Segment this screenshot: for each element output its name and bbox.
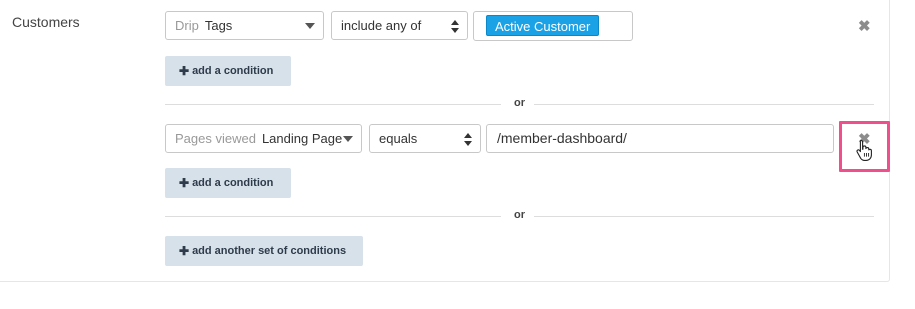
field-select-2-value: Landing Page (261, 131, 343, 146)
operator-select-1-value: include any of (341, 18, 422, 33)
plus-icon: ✚ (179, 176, 190, 190)
tag-input-1[interactable]: Active Customer (473, 11, 633, 41)
or-divider-1: or (165, 97, 874, 109)
field-select-1-prefix: Drip (175, 18, 199, 33)
add-condition-button-1-label: add a condition (192, 65, 274, 77)
close-icon[interactable]: ✖ (858, 17, 871, 35)
plus-icon: ✚ (179, 244, 190, 258)
section-label: Customers (12, 14, 80, 30)
select-arrows-icon (451, 19, 459, 34)
divider-line (165, 216, 501, 217)
plus-icon: ✚ (179, 64, 190, 78)
or-label-1: or (514, 97, 525, 109)
hand-pointer-icon (856, 139, 872, 161)
add-condition-set-label: add another set of conditions (192, 245, 347, 257)
operator-select-2-value: equals (379, 131, 418, 146)
divider-line (534, 216, 874, 217)
field-select-2-prefix: Pages viewed (175, 131, 256, 146)
add-condition-button-2[interactable]: ✚ add a condition (165, 168, 291, 198)
select-arrows-icon (464, 132, 472, 147)
or-label-2: or (514, 209, 525, 221)
field-select-1-value: Tags (204, 18, 233, 33)
add-condition-button-2-label: add a condition (192, 177, 274, 189)
value-input-2[interactable]: /member-dashboard/ (486, 124, 834, 153)
field-select-2[interactable]: Pages viewed Landing Page (165, 124, 362, 153)
chevron-down-icon (305, 23, 315, 29)
or-divider-2: or (165, 209, 874, 221)
divider-line (165, 104, 501, 105)
field-select-1[interactable]: Drip Tags (165, 11, 324, 40)
value-input-2-text: /member-dashboard/ (497, 130, 627, 146)
chevron-down-icon (343, 136, 353, 142)
add-condition-button-1[interactable]: ✚ add a condition (165, 56, 291, 86)
divider-line (534, 104, 874, 105)
operator-select-1[interactable]: include any of (331, 11, 468, 40)
add-condition-set-button[interactable]: ✚ add another set of conditions (165, 236, 363, 266)
tag-chip[interactable]: Active Customer (486, 15, 600, 36)
operator-select-2[interactable]: equals (369, 124, 481, 153)
